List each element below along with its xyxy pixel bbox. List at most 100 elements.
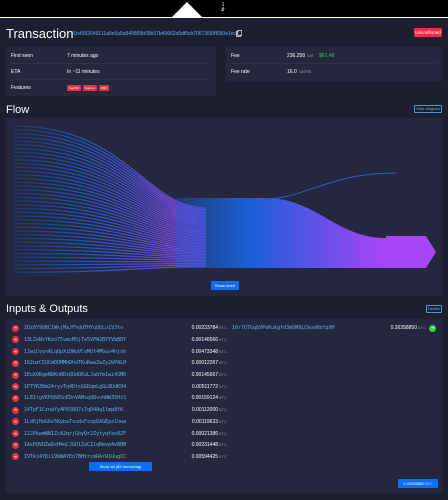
status-badge: Unconfirmed xyxy=(414,28,442,37)
inputs-outputs-title: Inputs & Outputs xyxy=(6,303,88,315)
eta-label: ETA xyxy=(11,68,21,75)
input-source-icon[interactable]: ➜ xyxy=(12,441,19,449)
flow-title: Flow xyxy=(6,104,30,116)
input-amount-value: 0.00231448 xyxy=(191,442,219,449)
input-amount-unit: BTC xyxy=(219,325,228,331)
input-amount: 0.00146566BTC xyxy=(176,337,227,343)
input-amount-unit: BTC xyxy=(219,336,228,342)
input-source-icon[interactable]: ➜ xyxy=(12,383,19,391)
input-address[interactable]: 1JwiCvynALqQpXiDWuVCvMUt4MGuv4hjoh xyxy=(24,349,176,355)
fee-value: 236,258 xyxy=(287,52,306,59)
bar-divider xyxy=(0,17,448,18)
flow-output-arrow[interactable] xyxy=(386,236,436,268)
features-label: Features xyxy=(11,85,31,91)
input-row: ➜ 13LZeNsYKzo75vmcMSjTe5VPW2BYYVbBDY 0.001… xyxy=(12,334,227,347)
input-amount: 0.00233784BTC xyxy=(176,325,227,331)
feature-badge-rbf[interactable]: RBF xyxy=(98,85,109,91)
first-seen-label: First seen xyxy=(11,52,33,59)
input-source-icon[interactable]: ➜ xyxy=(12,453,19,461)
features-list: SegWit Taproot RBF xyxy=(67,85,111,91)
input-amount-unit: BTC xyxy=(219,418,228,424)
show-more-button[interactable]: Show more xyxy=(211,281,239,290)
input-amount-unit: BTC xyxy=(219,453,228,459)
output-address[interactable]: 16r7U7GqbVPeKukgfd3mUN9LCkuoKbfpXM xyxy=(232,325,382,331)
details-button[interactable]: Details xyxy=(426,305,442,313)
input-amount-value: 0.00233784 xyxy=(191,325,219,332)
input-source-icon[interactable]: ➜ xyxy=(12,394,19,402)
total-amount-badge: 0.26359850 BTC xyxy=(398,479,438,488)
input-address[interactable]: 1Dz8Y9QBC1WkjMaJFhddTHYuUbLv1VJtv xyxy=(24,325,176,331)
input-address[interactable]: 19Tki4YBi19bWAYEn7BHtrcmRArR1UugCC xyxy=(24,454,176,460)
feature-badge-taproot[interactable]: Taproot xyxy=(82,85,97,91)
input-source-icon[interactable]: ➜ xyxy=(12,336,19,344)
fee-unit: sat xyxy=(307,52,314,58)
output-amount-unit: BTC xyxy=(418,325,426,330)
input-amount: 0.00159124BTC xyxy=(176,395,227,401)
input-amount-unit: BTC xyxy=(219,430,228,436)
txid-link[interactable]: f1b4552649111a0e5a5a849809b09b37b49662a5… xyxy=(72,31,242,37)
input-amount-value: 0.00159124 xyxy=(191,395,219,402)
input-amount-value: 0.00012267 xyxy=(191,360,219,367)
input-row: ➜ 14TpF1CznaYy4P658Q7s7qD4Aq1lmp8f6 0.0011… xyxy=(12,404,227,417)
input-row: ➜ 122PkwmNN1ZcA2qrjGbyQr2ZytyqYao9ZF 0.000… xyxy=(12,427,227,440)
input-address[interactable]: 1LB1tgVKPQ6BSnEDnVAMsq98vvhNW35HiS xyxy=(24,395,176,401)
input-amount: 0.00119633BTC xyxy=(176,419,227,425)
eta-row: ETA In ~11 minutes xyxy=(11,64,211,80)
input-address[interactable]: 122PkwmNN1ZcA2qrjGbyQr2ZytyqYao9ZF xyxy=(24,431,176,437)
hide-diagram-button[interactable]: Hide diagram xyxy=(414,105,442,113)
input-row: ➜ 162uzC5QCmDDMMbDhdTKuKwwZwZy2bPALH 0.000… xyxy=(12,357,227,370)
input-source-icon[interactable]: ➜ xyxy=(12,371,19,379)
blockchain-bar: 1 ⇵ xyxy=(0,0,448,18)
input-amount-value: 0.00511772 xyxy=(191,383,219,390)
copy-icon[interactable] xyxy=(236,30,242,37)
features-row: Features SegWit Taproot RBF xyxy=(11,80,211,96)
block-number[interactable]: 1 ⇵ xyxy=(218,3,228,13)
input-amount: 0.00594425BTC xyxy=(176,454,227,460)
input-amount: 0.00473348BTC xyxy=(176,349,227,355)
output-spent-status-icon[interactable]: ➜ xyxy=(429,324,436,332)
input-amount-unit: BTC xyxy=(219,348,228,354)
tx-details-right: Fee 236,258 sat $61.48 Fee rate 16.0 sat/vB xyxy=(226,47,442,81)
input-source-icon[interactable]: ➜ xyxy=(12,406,19,414)
input-source-icon[interactable]: ➜ xyxy=(12,430,19,438)
input-row: ➜ 1AxPQVUZw8xH4qCJGD1ZaCZiqRmvp4vBBM 0.002… xyxy=(12,439,227,452)
flow-input-strand xyxy=(13,129,207,211)
input-amount-value: 0.00112000 xyxy=(191,407,219,414)
mempool-indicator-arrow xyxy=(172,2,202,17)
input-address[interactable]: 1EoXQKgeN8KnBDsQUdQEuLJabYm1wi4SMD xyxy=(24,372,176,378)
tx-details-left: First seen 7 minutes ago ETA In ~11 minu… xyxy=(6,47,216,96)
input-address[interactable]: 13LZeNsYKzo75vmcMSjTe5VPW2BYYVbBDY xyxy=(24,337,176,343)
input-amount-value: 0.00594425 xyxy=(191,453,219,460)
input-row: ➜ 1EoXQKgeN8KnBDsQUdQEuLJabYm1wi4SMD 0.001… xyxy=(12,369,227,382)
input-row: ➜ 1LB1tgVKPQ6BSnEDnVAMsq98vvhNW35HiS 0.001… xyxy=(12,392,227,405)
fee-label: Fee xyxy=(231,52,240,59)
fee-row: Fee 236,258 sat $61.48 xyxy=(231,48,437,64)
input-row: ➜ 1Dz8Y9QBC1WkjMaJFhddTHYuUbLv1VJtv 0.0023… xyxy=(12,322,227,335)
input-address[interactable]: 14TpF1CznaYy4P658Q7s7qD4Aq1lmp8f6 xyxy=(24,407,176,413)
feature-badge-segwit[interactable]: SegWit xyxy=(67,85,81,91)
input-amount-unit: BTC xyxy=(219,372,228,378)
input-amount-unit: BTC xyxy=(219,407,228,413)
input-amount: 0.00145667BTC xyxy=(176,372,227,378)
input-address[interactable]: 1Ld6jHaGGv5KpbaTsudxFsnpDAGEpz1hwa xyxy=(24,419,176,425)
input-amount-value: 0.00146566 xyxy=(191,336,219,343)
input-address[interactable]: 1AxPQVUZw8xH4qCJGD1ZaCZiqRmvp4vBBM xyxy=(24,442,176,448)
input-amount-value: 0.00119633 xyxy=(191,418,219,425)
input-amount: 0.00511772BTC xyxy=(176,384,227,390)
fee-value-group: 236,258 sat $61.48 xyxy=(287,53,334,59)
input-amount-unit: BTC xyxy=(219,442,228,448)
input-amount-value: 0.00473348 xyxy=(191,348,219,355)
first-seen-row: First seen 7 minutes ago xyxy=(11,48,211,64)
input-amount-value: 0.00021386 xyxy=(191,430,219,437)
input-amount-unit: BTC xyxy=(219,395,228,401)
input-source-icon[interactable]: ➜ xyxy=(12,348,19,356)
fee-usd: $61.48 xyxy=(319,52,335,59)
total-amount-unit: BTC xyxy=(425,482,433,486)
input-amount-unit: BTC xyxy=(219,360,228,366)
input-source-icon[interactable]: ➜ xyxy=(12,324,19,332)
input-address[interactable]: 162uzC5QCmDDMMbDhdTKuKwwZwZy2bPALH xyxy=(24,360,176,366)
input-source-icon[interactable]: ➜ xyxy=(12,359,19,367)
input-address[interactable]: 1P7YR38m24ryvTq4DtsGGDqmLgGL8UdK94 xyxy=(24,384,176,390)
show-all-inputs-button[interactable]: Show all (89 remaining) xyxy=(89,462,152,471)
input-source-icon[interactable]: ➜ xyxy=(12,418,19,426)
